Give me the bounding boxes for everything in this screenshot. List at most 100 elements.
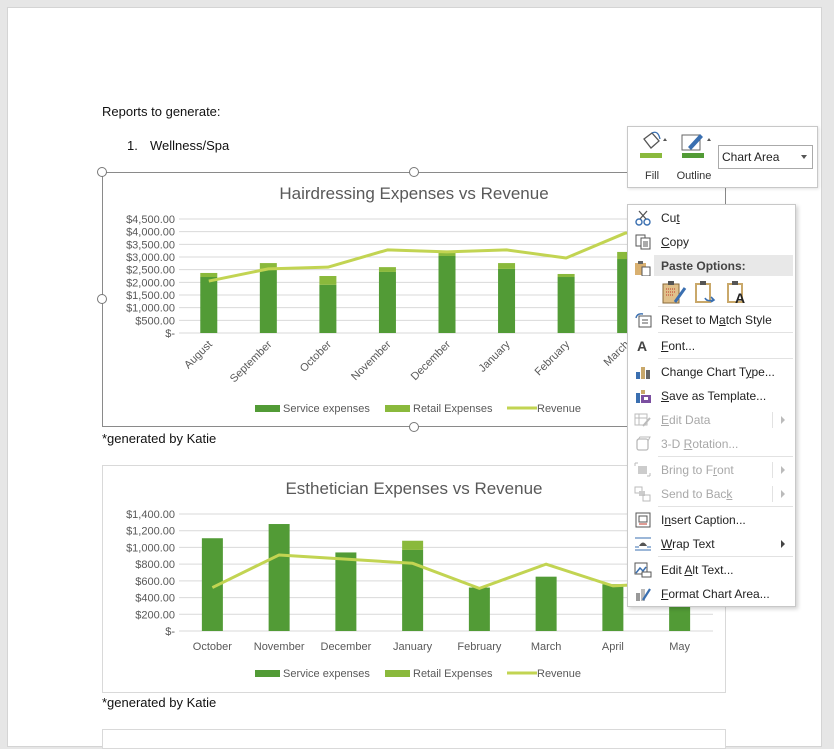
legend-swatch-retail: [385, 670, 410, 677]
menu-item-label: Change Chart Type...: [661, 365, 775, 379]
menu-separator: [658, 556, 793, 557]
bar-retail-expenses: [402, 541, 423, 550]
bar-service-expenses: [498, 269, 515, 333]
menu-separator: [658, 506, 793, 507]
context-menu: Cut Copy Paste Options: A Reset to Match Sty…: [627, 204, 796, 607]
submenu-divider: [772, 412, 773, 428]
y-tick-label: $4,000.00: [126, 227, 175, 239]
bar-retail-expenses: [319, 276, 336, 285]
x-tick-label: January: [477, 338, 514, 375]
bar-retail-expenses: [379, 267, 396, 272]
font-icon: A: [634, 338, 652, 354]
chart-type-icon: [634, 364, 652, 380]
reset-style-icon: [634, 312, 652, 328]
x-tick-label: August: [182, 339, 215, 372]
chart-elements-dropdown[interactable]: Chart Area: [718, 145, 813, 169]
chevron-down-icon: [801, 155, 807, 159]
menu-item-font[interactable]: A Font...: [628, 334, 795, 358]
chevron-right-icon: [781, 466, 785, 474]
bar-service-expenses: [536, 577, 557, 631]
menu-item-label: Copy: [661, 235, 689, 249]
resize-handle-top[interactable]: [409, 167, 419, 177]
x-tick-label: May: [669, 641, 690, 653]
submenu-divider: [772, 486, 773, 502]
menu-item-send-back: Send to Back: [628, 482, 795, 506]
legend-swatch-service: [255, 670, 280, 677]
edit-data-icon: [634, 412, 652, 428]
chevron-right-icon: [781, 490, 785, 498]
menu-item-reset[interactable]: Reset to Match Style: [628, 308, 795, 332]
legend-label-revenue: Revenue: [537, 403, 581, 415]
menu-item-label: 3-D Rotation...: [661, 437, 738, 451]
chart-title: Hairdressing Expenses vs Revenue: [279, 184, 548, 203]
bar-service-expenses: [602, 584, 623, 631]
menu-item-format-area[interactable]: Format Chart Area...: [628, 582, 795, 606]
menu-item-label: Save as Template...: [661, 389, 766, 403]
menu-item-copy[interactable]: Copy: [628, 230, 795, 254]
fill-button[interactable]: Fill: [634, 131, 670, 185]
paste-keep-source-formatting-icon[interactable]: [661, 280, 687, 307]
menu-item-change-type[interactable]: Change Chart Type...: [628, 360, 795, 384]
legend-swatch-service: [255, 405, 280, 412]
menu-item-save-template[interactable]: Save as Template...: [628, 384, 795, 408]
x-tick-label: December: [409, 338, 454, 383]
menu-separator: [658, 456, 793, 457]
menu-item-caption[interactable]: Insert Caption...: [628, 508, 795, 532]
next-chart-partial[interactable]: [102, 729, 726, 749]
paste-options-label: Paste Options:: [661, 259, 746, 273]
resize-handle-bottom[interactable]: [409, 422, 419, 432]
svg-text:A: A: [637, 338, 647, 354]
3d-rotation-icon: [634, 436, 652, 452]
resize-handle-top-left[interactable]: [97, 167, 107, 177]
menu-item-wrap[interactable]: Wrap Text: [628, 532, 795, 556]
bar-service-expenses: [269, 524, 290, 631]
y-tick-label: $800.00: [135, 559, 175, 571]
send-back-icon: [634, 486, 652, 502]
legend-label-service: Service expenses: [283, 403, 370, 415]
menu-item-label: Edit Data: [661, 413, 710, 427]
fill-label: Fill: [634, 170, 670, 182]
outline-button[interactable]: Outline: [674, 131, 714, 185]
menu-item-label: Wrap Text: [661, 537, 715, 551]
caption-icon: [634, 512, 652, 528]
paste-use-destination-theme-icon[interactable]: [693, 280, 719, 307]
paste-icon: [634, 260, 652, 276]
y-tick-label: $2,000.00: [126, 277, 175, 289]
menu-item-label: Font...: [661, 339, 695, 353]
y-tick-label: $4,500.00: [126, 214, 175, 226]
menu-item-label: Edit Alt Text...: [661, 563, 734, 577]
x-tick-label: February: [457, 641, 502, 653]
y-tick-label: $1,200.00: [126, 526, 175, 538]
y-tick-label: $400.00: [135, 593, 175, 605]
copy-icon: [634, 234, 652, 250]
x-tick-label: November: [349, 338, 394, 383]
legend-label-retail: Retail Expenses: [413, 668, 493, 680]
x-tick-label: October: [298, 338, 334, 374]
outline-label: Outline: [674, 170, 714, 182]
bring-front-icon: [634, 462, 652, 478]
menu-item-alt-text[interactable]: Edit Alt Text...: [628, 558, 795, 582]
reports-heading: Reports to generate:: [102, 104, 221, 119]
paste-keep-text-only-icon[interactable]: A: [725, 280, 751, 307]
y-tick-label: $1,400.00: [126, 509, 175, 521]
wrap-text-icon: [634, 536, 652, 552]
resize-handle-left[interactable]: [97, 294, 107, 304]
y-tick-label: $1,000.00: [126, 303, 175, 315]
menu-item-label: Insert Caption...: [661, 513, 746, 527]
menu-separator: [658, 332, 793, 333]
legend-label-revenue: Revenue: [537, 668, 581, 680]
bar-service-expenses: [335, 552, 356, 631]
menu-item-label: Format Chart Area...: [661, 587, 770, 601]
x-tick-label: December: [321, 641, 372, 653]
bar-service-expenses: [469, 588, 490, 631]
bar-service-expenses: [200, 277, 217, 333]
menu-item-cut[interactable]: Cut: [628, 206, 795, 230]
x-tick-label: January: [393, 641, 433, 653]
y-tick-label: $-: [165, 626, 175, 638]
y-tick-label: $-: [165, 328, 175, 340]
y-tick-label: $200.00: [135, 609, 175, 621]
y-tick-label: $3,000.00: [126, 252, 175, 264]
svg-text:A: A: [735, 290, 745, 304]
format-area-icon: [634, 586, 652, 602]
bar-service-expenses: [558, 277, 575, 333]
